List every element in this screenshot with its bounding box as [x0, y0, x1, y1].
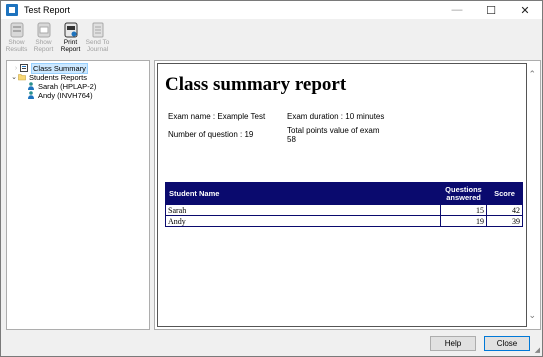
- cell-student-name: Sarah: [164, 204, 442, 216]
- show-results-icon: [10, 22, 23, 38]
- total-points-value: 58: [287, 135, 296, 144]
- student-icon: [28, 91, 34, 99]
- show-results-button[interactable]: Show Results: [3, 19, 30, 59]
- report-title: Class summary report: [165, 74, 347, 95]
- resize-grip-icon[interactable]: ◢: [535, 346, 540, 354]
- report-pane[interactable]: Class summary report Exam name : Example…: [154, 60, 541, 330]
- print-icon: [64, 22, 77, 38]
- show-report-label: Show Report: [33, 39, 54, 53]
- send-to-journal-label: Send To Journal: [85, 39, 110, 53]
- exam-name: Exam name : Example Test: [168, 112, 266, 121]
- cell-student-name: Andy: [164, 215, 442, 227]
- table-row: Andy 19 39: [164, 215, 523, 227]
- cell-score: 42: [486, 204, 523, 216]
- report-tree: › Class Summary ⌄ Students Reports Sarah…: [6, 60, 150, 330]
- help-button[interactable]: Help: [430, 336, 476, 351]
- show-report-button[interactable]: Show Report: [30, 19, 57, 59]
- folder-icon: [18, 74, 26, 81]
- maximize-button[interactable]: ☐: [474, 1, 508, 19]
- window-title: Test Report: [24, 5, 71, 15]
- scroll-up-icon[interactable]: ⌃: [528, 69, 536, 80]
- print-report-button[interactable]: Print Report: [57, 19, 84, 59]
- test-report-window: Test Report — ☐ ✕ Show Results Show Repo…: [0, 0, 543, 357]
- table-header-row: Student Name Questions answered Score: [164, 182, 523, 205]
- window-controls: — ☐ ✕: [440, 1, 542, 19]
- summary-table: Student Name Questions answered Score Sa…: [164, 182, 523, 227]
- minimize-button[interactable]: —: [440, 1, 474, 19]
- close-window-button[interactable]: ✕: [508, 1, 542, 19]
- journal-icon: [92, 22, 103, 38]
- cell-questions-answered: 19: [440, 215, 488, 227]
- header-score: Score: [486, 182, 523, 205]
- cell-questions-answered: 15: [440, 204, 488, 216]
- header-questions-answered: Questions answered: [440, 182, 488, 205]
- tree-label-student: Andy (INVH764): [38, 90, 93, 100]
- app-icon: [6, 4, 18, 16]
- scroll-down-icon[interactable]: ⌄: [528, 310, 536, 321]
- tree-expander-class-summary[interactable]: ›: [12, 64, 20, 72]
- title-bar: Test Report — ☐ ✕: [1, 1, 542, 19]
- student-icon: [28, 82, 34, 90]
- cell-score: 39: [486, 215, 523, 227]
- tree-item-student[interactable]: Andy (INVH764): [27, 90, 93, 100]
- number-of-questions: Number of question : 19: [168, 130, 254, 139]
- total-points-label: Total points value of exam: [287, 126, 380, 135]
- report-document: Class summary report Exam name : Example…: [157, 63, 527, 327]
- show-report-icon: [37, 22, 50, 38]
- show-results-label: Show Results: [5, 39, 28, 53]
- table-row: Sarah 15 42: [164, 204, 523, 216]
- tree-expander-students-reports[interactable]: ⌄: [10, 73, 18, 81]
- toolbar: Show Results Show Report Print Report Se…: [1, 19, 542, 59]
- class-summary-icon: [20, 64, 28, 72]
- close-button[interactable]: Close: [484, 336, 530, 351]
- send-to-journal-button[interactable]: Send To Journal: [84, 19, 111, 59]
- header-student-name: Student Name: [164, 182, 442, 205]
- print-report-label: Print Report: [60, 39, 81, 53]
- exam-duration: Exam duration : 10 minutes: [287, 112, 385, 121]
